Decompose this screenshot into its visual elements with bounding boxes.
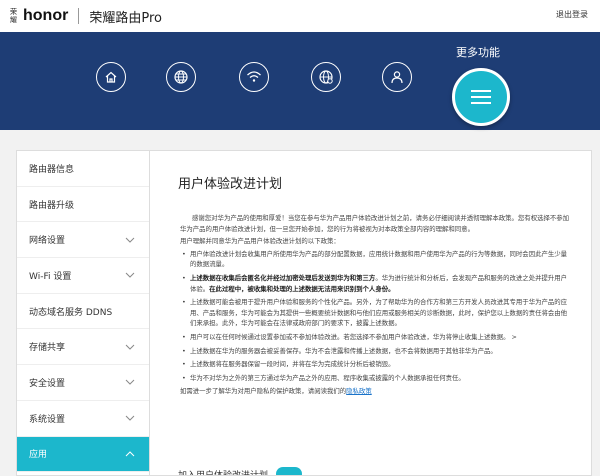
chevron-down-icon (125, 237, 135, 243)
chevron-down-icon (125, 380, 135, 386)
list-item: 用户体验改进计划会收集用户所使用华为产品的部分配置数据，应用统计数据和用户使用华… (180, 249, 570, 270)
globe-icon[interactable] (166, 62, 196, 92)
chevron-up-icon (125, 451, 135, 457)
sidebar-item-system-settings[interactable]: 系统设置 (17, 401, 149, 437)
list-item: 上述数据在收集后会匿名化并经过加密处理后发送到华为和第三方。华为进行统计和分析后… (180, 273, 570, 294)
home-icon[interactable] (96, 62, 126, 92)
sidebar: 路由器信息 路由器升级 网络设置 Wi-Fi 设置 动态域名服务 DDNS 存储… (16, 150, 150, 476)
chevron-down-icon (125, 273, 135, 279)
brand-small-text: 荣耀 (10, 8, 17, 24)
policy-text: 感谢您对华为产品的使用和厚爱！当您在参与华为产品用户体验改进计划之前，请务必仔细… (180, 213, 570, 399)
brand: 荣耀 honor 荣耀路由Pro (10, 6, 162, 26)
lead-paragraph: 用户理解并同意华为产品用户体验改进计划的以下政策： (180, 237, 340, 246)
chevron-down-icon (125, 415, 135, 421)
join-toggle[interactable] (276, 467, 303, 475)
sidebar-item-network-settings[interactable]: 网络设置 (17, 222, 149, 259)
list-item: 上述数据可能会被用于提升用户体验和服务的个性化产品。另外，为了帮助华为的合作方和… (180, 297, 570, 329)
sidebar-item-wifi-settings[interactable]: Wi-Fi 设置 (17, 258, 149, 294)
sidebar-item-storage-share[interactable]: 存储共享 (17, 329, 149, 366)
user-icon[interactable] (382, 62, 412, 92)
join-row: 加入用户体验改进计划 (178, 467, 303, 476)
sidebar-item-ddns[interactable]: 动态域名服务 DDNS (17, 294, 149, 330)
brand-divider (78, 8, 80, 24)
privacy-policy-link[interactable]: 隐私政策 (346, 387, 372, 395)
intro-paragraph: 感谢您对华为产品的使用和厚爱！当您在参与华为产品用户体验改进计划之前，请务必仔细… (180, 214, 570, 233)
globe-network-icon[interactable] (311, 62, 341, 92)
chevron-down-icon (125, 344, 135, 350)
logout-link[interactable]: 退出登录 (556, 9, 588, 20)
sidebar-item-router-upgrade[interactable]: 路由器升级 (17, 187, 149, 223)
sidebar-item-security[interactable]: 安全设置 (17, 365, 149, 401)
main-panel: 用户体验改进计划 感谢您对华为产品的使用和厚爱！当您在参与华为产品用户体验改进计… (150, 150, 592, 476)
list-item: 华为不对华为之外的第三方通过华为产品之外的应用、程序收集或披露的个人数据承担任何… (180, 373, 570, 384)
list-item: 上述数据在华为的服务器会被妥善保存。华为不会泄露和传播上述数据，也不会将数据用于… (180, 346, 570, 357)
sidebar-item-apps[interactable]: 应用 (17, 436, 149, 473)
list-item: 用户可以在任何时候通过设置参加或不参加体验改进。若您选择不参加用户体验改进，华为… (180, 332, 570, 343)
wifi-icon[interactable] (239, 62, 269, 92)
privacy-footer: 如需进一步了解华为对用户隐私的保护政策，请阅读我们的隐私政策 (180, 387, 372, 396)
join-label: 加入用户体验改进计划 (178, 470, 269, 476)
honor-logo: honor (23, 7, 69, 24)
navbar: 更多功能 (0, 32, 600, 130)
more-features-button[interactable] (452, 68, 510, 126)
app-title: 荣耀路由Pro (89, 10, 162, 26)
top-header: 荣耀 honor 荣耀路由Pro 退出登录 (0, 0, 600, 32)
more-features-label: 更多功能 (456, 46, 500, 59)
sidebar-item-router-info[interactable]: 路由器信息 (17, 151, 149, 187)
menu-icon (471, 90, 491, 104)
page-title: 用户体验改进计划 (178, 177, 283, 192)
list-item: 上述数据将在服务器保留一段时间，并将在华为完成统计分析后被销毁。 (180, 359, 570, 370)
